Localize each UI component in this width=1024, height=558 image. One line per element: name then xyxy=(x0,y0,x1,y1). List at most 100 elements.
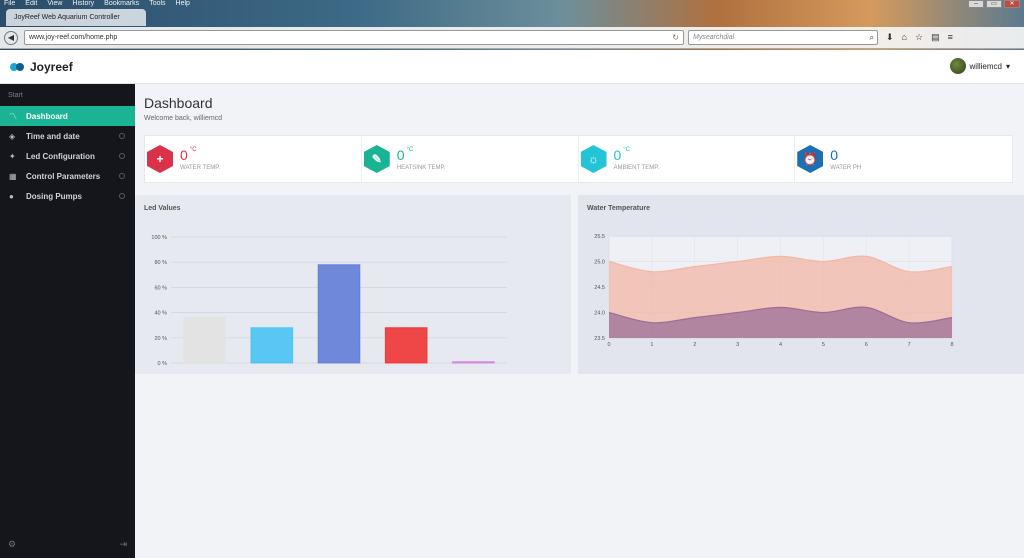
browser-navbar: ◀ www.joy-reef.com/home.php ↻ Mysearchdi… xyxy=(0,27,1024,49)
x-tick-label: 1 xyxy=(650,342,653,348)
back-arrow-icon[interactable]: ◀ xyxy=(4,30,18,45)
stat-caption: AMBIENT TEMP. xyxy=(613,165,660,171)
chart-line-icon: 〽 xyxy=(9,111,17,121)
menu-tools[interactable]: Tools xyxy=(149,0,165,8)
stat-value: 0 xyxy=(180,147,188,163)
sidebar-item-led-configuration[interactable]: ✦ Led Configuration xyxy=(0,146,135,166)
drop-icon: ● xyxy=(9,191,14,201)
stat-caption: HEATSINK TEMP. xyxy=(396,165,446,171)
plus-icon: + xyxy=(147,145,173,173)
y-tick-label: 25.0 xyxy=(594,260,605,266)
app-name: Joyreef xyxy=(30,59,73,74)
search-icon[interactable]: ⌕ xyxy=(870,33,874,43)
water-temperature-chart: 23.5 24.0 24.5 25.0 25.5 0 1 2 3 4 5 6 7 8 xyxy=(594,234,953,348)
sidebar-item-dashboard[interactable]: 〽 Dashboard xyxy=(0,106,135,126)
bar xyxy=(317,264,361,364)
url-bar[interactable]: www.joy-reef.com/home.php ↻ xyxy=(24,30,684,45)
bar xyxy=(183,317,226,364)
search-input[interactable]: Mysearchdial ⌕ xyxy=(688,30,878,45)
x-tick-label: 5 xyxy=(822,342,825,348)
stat-value-wrap: 0 xyxy=(830,147,840,163)
menu-help[interactable]: Help xyxy=(176,0,190,8)
lightbulb-icon: ✦ xyxy=(9,151,16,161)
x-tick-label: 3 xyxy=(736,342,739,348)
stat-value: 0 xyxy=(396,147,405,163)
x-tick-label: 0 xyxy=(607,342,610,348)
x-tick-label: 8 xyxy=(950,342,953,348)
stat-water-temp: + 0 °C WATER TEMP. xyxy=(145,136,362,182)
x-tick-label: 6 xyxy=(865,342,868,348)
logo-dot-icon xyxy=(16,62,24,71)
minimize-button[interactable]: – xyxy=(968,0,984,8)
stat-heatsink-temp: ✎ 0 °C HEATSINK TEMP. xyxy=(362,136,579,182)
bar xyxy=(452,361,495,364)
y-tick-label: 20 % xyxy=(154,336,167,342)
y-tick-label: 24.5 xyxy=(594,285,605,291)
stat-unit: °C xyxy=(623,147,631,153)
stat-water-ph: ⏰ 0 WATER PH xyxy=(795,136,1012,182)
x-tick-label: 2 xyxy=(693,342,696,348)
app-header: Joyreef williemcd ▾ xyxy=(0,50,1024,84)
maximize-button[interactable]: ▭ xyxy=(986,0,1002,8)
sidebar-item-label: Dashboard xyxy=(26,111,68,121)
caret-down-icon[interactable]: ▾ xyxy=(1006,62,1010,71)
menu-icon[interactable]: ≡ xyxy=(948,32,953,43)
home-icon[interactable]: ⌂ xyxy=(902,32,907,43)
stat-value-wrap: 0 °C xyxy=(180,147,197,163)
circle-icon xyxy=(119,133,125,139)
menu-edit[interactable]: Edit xyxy=(25,0,37,8)
sidebar-section-label: Start xyxy=(8,92,23,99)
browser-toolbar: ⬇ ⌂ ☆ ▤ ≡ xyxy=(886,32,953,43)
user-menu[interactable]: williemcd ▾ xyxy=(949,58,1010,74)
reload-icon[interactable]: ↻ xyxy=(672,33,679,42)
avatar[interactable] xyxy=(949,58,966,74)
led-values-panel: Led Values 0 % 20 % 40 % 60 % 80 % 100 % xyxy=(135,195,571,374)
sidebar-item-dosing-pumps[interactable]: ● Dosing Pumps xyxy=(0,186,135,206)
stat-unit: °C xyxy=(406,147,414,153)
y-tick-label: 25.5 xyxy=(594,234,605,240)
y-tick-label: 60 % xyxy=(154,285,167,291)
x-tick-label: 4 xyxy=(779,342,782,348)
app-logo[interactable]: Joyreef xyxy=(10,60,73,74)
browser-chrome: File Edit View History Bookmarks Tools H… xyxy=(0,0,1024,50)
x-tick-label: 7 xyxy=(908,342,911,348)
bar xyxy=(250,327,294,364)
sidebar-item-control-parameters[interactable]: ▦ Control Parameters xyxy=(0,166,135,186)
stat-unit: °C xyxy=(189,147,197,153)
settings-icon[interactable]: ⚙ xyxy=(8,539,16,550)
alarm-clock-icon: ⏰ xyxy=(797,145,824,173)
username[interactable]: williemcd xyxy=(970,62,1002,71)
sun-icon: ☼ xyxy=(580,145,607,173)
y-tick-label: 0 % xyxy=(158,361,168,367)
sidebar-item-label: Dosing Pumps xyxy=(26,191,83,201)
main-content: Dashboard Welcome back, williemcd + 0 °C … xyxy=(135,84,1024,558)
close-window-button[interactable]: ✕ xyxy=(1004,0,1020,8)
menu-history[interactable]: History xyxy=(72,0,94,8)
window-controls: – ▭ ✕ xyxy=(968,0,1020,8)
url-text: www.joy-reef.com/home.php xyxy=(29,34,118,41)
menu-view[interactable]: View xyxy=(47,0,62,8)
menu-bookmarks[interactable]: Bookmarks xyxy=(104,0,139,8)
y-tick-label: 23.5 xyxy=(594,336,605,342)
sidebar: Start 〽 Dashboard ◈ Time and date ✦ Led … xyxy=(0,84,135,558)
sidebar-item-time-and-date[interactable]: ◈ Time and date xyxy=(0,126,135,146)
water-temperature-panel: Water Temperature 23.5 24.0 24.5 25.0 25.5 0 1… xyxy=(578,195,1024,374)
bar xyxy=(384,327,428,364)
sidebar-item-label: Control Parameters xyxy=(26,171,101,181)
logout-icon[interactable]: ⇥ xyxy=(119,539,127,550)
download-icon[interactable]: ⬇ xyxy=(886,32,894,43)
stat-caption: WATER PH xyxy=(830,165,862,171)
lightbulb-icon: ✎ xyxy=(363,145,390,173)
star-icon[interactable]: ☆ xyxy=(915,32,923,43)
menu-file[interactable]: File xyxy=(4,0,15,8)
layers-icon: ◈ xyxy=(9,131,16,141)
circle-icon xyxy=(119,173,125,179)
grid-icon: ▦ xyxy=(9,171,17,181)
y-tick-label: 80 % xyxy=(154,260,167,266)
y-tick-label: 24.0 xyxy=(594,311,605,317)
sidebar-footer: ⚙ ⇥ xyxy=(8,539,127,550)
bookmarks-icon[interactable]: ▤ xyxy=(931,32,940,43)
browser-tab[interactable]: JoyReef Web Aquarium Controller xyxy=(6,9,146,26)
sidebar-item-label: Led Configuration xyxy=(26,151,95,161)
circle-icon xyxy=(119,193,125,199)
